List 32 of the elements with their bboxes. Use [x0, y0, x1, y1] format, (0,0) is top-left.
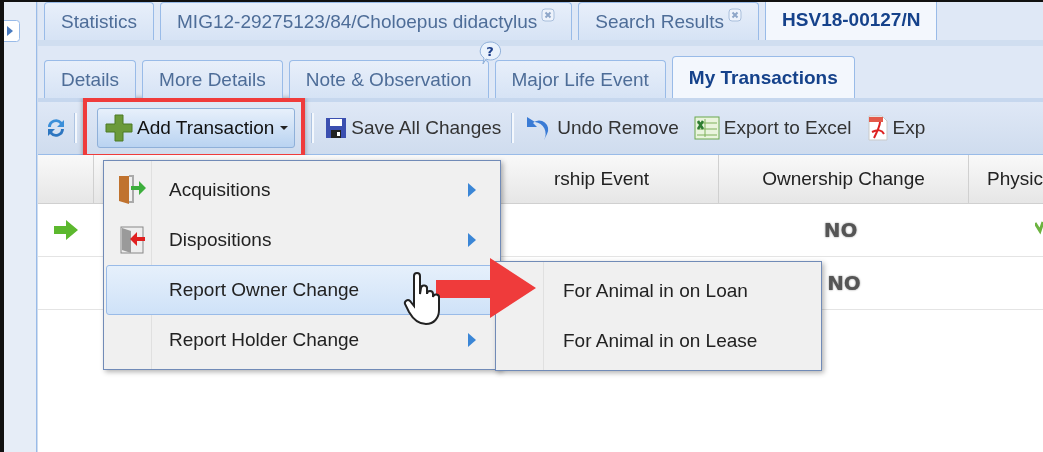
no-label: NO [823, 218, 858, 242]
toolbar-button[interactable]: Save All Changes [320, 113, 506, 143]
tab[interactable]: My Transactions [671, 56, 855, 98]
tab[interactable]: Statistics [44, 2, 155, 40]
add-transaction-button[interactable]: Add Transaction [97, 108, 296, 148]
expand-icon[interactable] [4, 20, 20, 42]
tab[interactable]: MIG12-29275123/84/Choloepus didactylus [160, 2, 573, 40]
submenu-arrow-icon [467, 232, 477, 248]
hand-cursor-icon [402, 272, 442, 328]
toolbar-button[interactable]: Exp [861, 111, 930, 145]
door-arrow-icon [117, 174, 147, 206]
tab[interactable]: More Details [142, 60, 283, 98]
column-header: rship Event [554, 168, 650, 190]
tab[interactable]: Note & Observation [288, 60, 489, 98]
column-header: Physic [987, 168, 1043, 190]
menu-item[interactable]: For Animal in on Lease [498, 316, 819, 366]
tab[interactable]: HSV18-00127/N [765, 2, 938, 40]
menu-item[interactable]: Report Holder Change [106, 315, 498, 365]
close-icon[interactable] [541, 7, 556, 22]
tab[interactable]: Search Results [578, 2, 760, 40]
plus-icon [104, 113, 134, 143]
toolbar-button[interactable]: Export to Excel [688, 111, 856, 145]
submenu-arrow-icon [467, 182, 477, 198]
tab[interactable]: Details [44, 60, 137, 98]
pdf-icon [865, 114, 890, 142]
column-header: Ownership Change [762, 168, 925, 190]
toolbar-button[interactable]: Undo Remove [520, 111, 683, 145]
submenu-arrow-icon [467, 332, 477, 348]
close-icon[interactable] [728, 7, 743, 22]
tab[interactable]: Major Life Event [494, 60, 666, 98]
no-label: NO [827, 271, 861, 295]
spreadsheet-icon [692, 114, 721, 142]
